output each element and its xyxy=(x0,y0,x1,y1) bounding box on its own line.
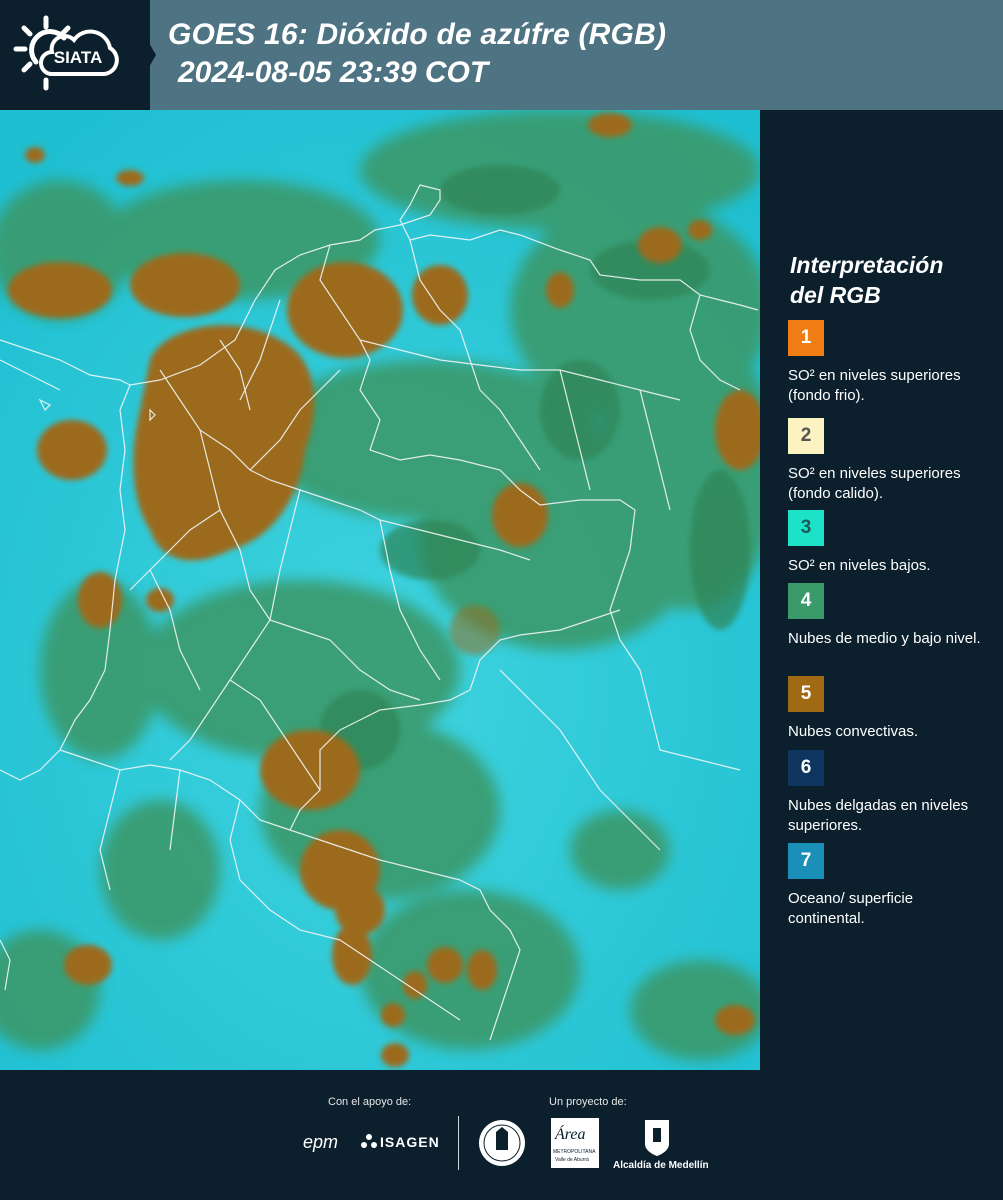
legend-label-2: SO² en niveles superiores (fondo calido)… xyxy=(788,465,961,502)
satellite-map xyxy=(0,110,762,1070)
legend-item-1: 1 SO² en niveles superiores (fondo frio)… xyxy=(788,320,988,406)
legend-swatch-5: 5 xyxy=(788,676,824,712)
legend-swatch-4: 4 xyxy=(788,583,824,619)
epm-logo: epm xyxy=(303,1132,339,1152)
legend-swatch-1: 1 xyxy=(788,320,824,356)
legend-title-line1: Interpretación xyxy=(790,252,944,278)
isagen-logo: ISAGEN xyxy=(380,1134,440,1150)
footer-divider xyxy=(458,1116,459,1170)
legend-item-5: 5 Nubes convectivas. xyxy=(788,676,988,742)
legend-item-6: 6 Nubes delgadas en niveles superiores. xyxy=(788,750,988,836)
legend-label-7: Oceano/ superficie continental. xyxy=(788,890,914,927)
map-image xyxy=(0,110,760,1070)
footer: Con el apoyo de: Un proyecto de: epm ISA… xyxy=(0,1070,1003,1200)
legend-label-6: Nubes delgadas en niveles superiores. xyxy=(788,797,969,834)
legend-item-7: 7 Oceano/ superficie continental. xyxy=(788,843,988,929)
page-timestamp: 2024-08-05 23:39 COT xyxy=(178,56,489,89)
svg-text:SIATA: SIATA xyxy=(54,48,102,67)
alcaldia-logo: Alcaldía de Medellín xyxy=(613,1160,709,1171)
legend-item-4: 4 Nubes de medio y bajo nivel. xyxy=(788,583,988,649)
legend-label-5: Nubes convectivas. xyxy=(788,723,919,740)
legend-label-1: SO² en niveles superiores (fondo frio). xyxy=(788,367,961,404)
logo-arrow xyxy=(124,0,156,110)
legend-title: Interpretación del RGB xyxy=(790,250,990,310)
project-label: Un proyecto de: xyxy=(549,1096,627,1108)
legend-swatch-7: 7 xyxy=(788,843,824,879)
legend-label-4: Nubes de medio y bajo nivel. xyxy=(788,630,981,647)
legend-label-3: SO² en niveles bajos. xyxy=(788,557,931,574)
legend-panel: Interpretación del RGB 1 SO² en niveles … xyxy=(760,110,1003,1070)
header-bar: SIATA GOES 16: Dióxido de azúfre (RGB) 2… xyxy=(0,0,1003,110)
legend-title-line2: del RGB xyxy=(790,282,881,308)
medellin-seal-icon xyxy=(479,1120,525,1166)
area-logo-sub2: Valle de Aburrá xyxy=(555,1157,589,1163)
support-label: Con el apoyo de: xyxy=(328,1096,412,1108)
legend-swatch-6: 6 xyxy=(788,750,824,786)
legend-item-3: 3 SO² en niveles bajos. xyxy=(788,510,988,576)
area-metropolitana-logo: Área METROPOLITANA Valle de Aburrá xyxy=(551,1118,599,1168)
siata-logo-icon: SIATA xyxy=(13,15,119,91)
legend-item-2: 2 SO² en niveles superiores (fondo calid… xyxy=(788,418,988,504)
legend-swatch-2: 2 xyxy=(788,418,824,454)
area-logo-sub1: METROPOLITANA xyxy=(553,1149,596,1155)
page-title: GOES 16: Dióxido de azúfre (RGB) xyxy=(168,18,667,51)
alcaldia-shield-icon xyxy=(645,1120,669,1156)
legend-swatch-3: 3 xyxy=(788,510,824,546)
area-logo-name: Área xyxy=(555,1126,586,1143)
isagen-logo-icon xyxy=(361,1134,377,1148)
